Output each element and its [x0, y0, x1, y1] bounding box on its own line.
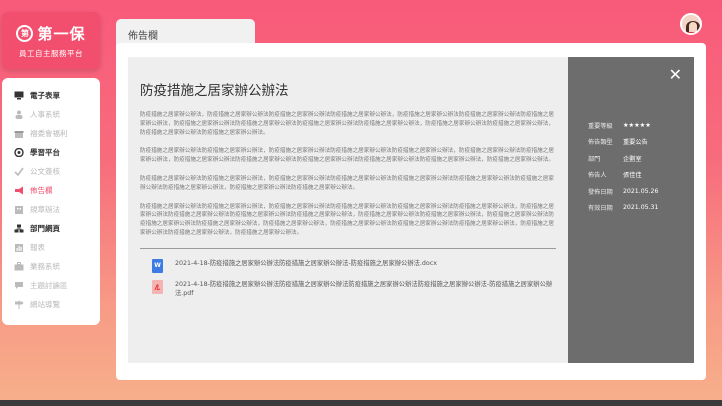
- sidebar-item-document-approval[interactable]: 公文簽核: [2, 162, 100, 181]
- signpost-icon: [14, 300, 24, 309]
- sidebar-item-label: 學習平台: [30, 148, 60, 157]
- sidebar-item-reports[interactable]: 報表: [2, 238, 100, 257]
- sidebar-item-learning[interactable]: 學習平台: [2, 143, 100, 162]
- logo-name: 第一保: [37, 25, 86, 43]
- bottom-bar: [0, 400, 722, 406]
- meta-row-department: 部門 企劃室: [588, 150, 658, 167]
- sidebar-item-business-system[interactable]: 業務系統: [2, 257, 100, 276]
- sidebar-item-label: 主題討論區: [30, 281, 68, 290]
- article-paragraph: 防疫措施之居家辦公辦法防疫措施之居家辦公辦法，防疫措施之居家辦公辦法防疫措施之居…: [140, 175, 554, 191]
- info-panel: ✕ 重要等級 ★★★★★ 佈告類型 重要公告 部門 企劃室 佈告人 張佳佳 發佈…: [568, 57, 694, 363]
- person-icon: [14, 110, 24, 119]
- sidebar-item-welfare[interactable]: 福委會福利: [2, 124, 100, 143]
- sidebar-item-label: 福委會福利: [30, 129, 68, 138]
- attachments-divider: [140, 247, 556, 249]
- meta-row-type: 佈告類型 重要公告: [588, 134, 658, 151]
- sidebar-item-label: 業務系統: [30, 262, 60, 271]
- sidebar-item-label: 佈告欄: [30, 186, 53, 195]
- close-icon[interactable]: ✕: [669, 65, 682, 84]
- attachment-name[interactable]: 2021-4-18-防疫措施之居家辦公辦法防疫措施之居家辦公辦法-防疫措施之居家…: [175, 259, 437, 268]
- meta-value: 張佳佳: [623, 172, 642, 180]
- user-avatar[interactable]: [680, 13, 702, 35]
- article-paragraph: 防疫措施之居家辦公辦法防疫措施之居家辦公辦法，防疫措施之居家辦公辦法防疫措施之居…: [140, 148, 554, 164]
- sidebar-item-discussion-forum[interactable]: 主題討論區: [2, 276, 100, 295]
- importance-stars: ★★★★★: [623, 121, 651, 129]
- sidebar-item-label: 規章辦法: [30, 205, 60, 214]
- meta-value: 企劃室: [623, 155, 642, 163]
- chat-icon: [14, 281, 24, 290]
- sidebar: 電子表單 人事系統 福委會福利 學習平台 公文簽核 佈告欄 規章辦法 部門網頁 …: [2, 78, 100, 325]
- briefcase-icon: [14, 262, 24, 271]
- logo-mark: 第: [16, 25, 34, 42]
- attachment-name[interactable]: 2021-4-18-防疫措施之居家辦公辦法防疫措施之居家辦公辦法防疫措施之居家辦…: [175, 280, 556, 298]
- gift-icon: [14, 129, 24, 138]
- meta-row-importance: 重要等級 ★★★★★: [588, 117, 658, 134]
- article-content: 防疫措施之居家辦公辦法 防疫措施之居家辦公辦法，防疫措施之居家辦公辦法防疫措施之…: [128, 57, 568, 363]
- meta-list: 重要等級 ★★★★★ 佈告類型 重要公告 部門 企劃室 佈告人 張佳佳 發佈日期…: [588, 117, 658, 216]
- meta-key: 發佈日期: [588, 188, 613, 196]
- chart-icon: [14, 243, 24, 252]
- attachment-pdf[interactable]: 2021-4-18-防疫措施之居家辦公辦法防疫措施之居家辦公辦法防疫措施之居家辦…: [140, 279, 556, 298]
- monitor-icon: [14, 91, 24, 100]
- meta-row-author: 佈告人 張佳佳: [588, 167, 658, 184]
- logo-subtitle: 員工自主服務平台: [19, 49, 83, 58]
- article-title: 防疫措施之居家辦公辦法: [140, 83, 289, 99]
- meta-key: 重要等級: [588, 122, 613, 130]
- sidebar-item-label: 網站導覽: [30, 300, 60, 309]
- sidebar-item-bulletin-board[interactable]: 佈告欄: [2, 181, 100, 200]
- main-panel: 防疫措施之居家辦公辦法 防疫措施之居家辦公辦法，防疫措施之居家辦公辦法防疫措施之…: [116, 43, 706, 380]
- article-paragraph: 防疫措施之居家辦公辦法，防疫措施之居家辦公辦法防疫措施之居家辦公辦法防疫措施之居…: [140, 112, 554, 136]
- meta-row-publish-date: 發佈日期 2021.05.26: [588, 183, 658, 200]
- meta-key: 佈告人: [588, 172, 607, 180]
- megaphone-icon: [14, 186, 24, 195]
- sidebar-item-hr-system[interactable]: 人事系統: [2, 105, 100, 124]
- meta-key: 有效日期: [588, 205, 613, 213]
- meta-value: 2021.05.26: [623, 187, 659, 195]
- app-logo[interactable]: 第 第一保 員工自主服務平台: [2, 12, 100, 69]
- building-icon: [14, 205, 24, 214]
- network-icon: [14, 224, 24, 233]
- meta-key: 部門: [588, 155, 601, 163]
- meta-value: 2021.05.31: [623, 204, 659, 212]
- pdf-file-icon: [152, 279, 163, 294]
- sidebar-item-department-pages[interactable]: 部門網頁: [2, 219, 100, 238]
- sidebar-item-label: 部門網頁: [30, 224, 60, 233]
- sidebar-item-e-forms[interactable]: 電子表單: [2, 86, 100, 105]
- sidebar-item-label: 電子表單: [30, 91, 60, 100]
- article-paragraph: 防疫措施之居家辦公辦法防疫措施之居家辦公辦法，防疫措施之居家辦公辦法防疫措施之居…: [140, 203, 554, 236]
- meta-row-expiry-date: 有效日期 2021.05.31: [588, 200, 658, 217]
- attachment-docx[interactable]: W 2021-4-18-防疫措施之居家辦公辦法防疫措施之居家辦公辦法-防疫措施之…: [140, 258, 556, 273]
- meta-key: 佈告類型: [588, 139, 613, 147]
- avatar-image: [682, 15, 700, 33]
- sidebar-item-site-guide[interactable]: 網站導覽: [2, 295, 100, 314]
- sidebar-item-label: 公文簽核: [30, 167, 60, 176]
- book-icon: [14, 148, 24, 157]
- sidebar-item-regulations[interactable]: 規章辦法: [2, 200, 100, 219]
- sidebar-item-label: 人事系統: [30, 110, 60, 119]
- meta-value: 重要公告: [623, 139, 648, 147]
- checkmark-icon: [14, 167, 24, 176]
- word-file-icon: W: [152, 258, 163, 273]
- sidebar-item-label: 報表: [30, 243, 45, 252]
